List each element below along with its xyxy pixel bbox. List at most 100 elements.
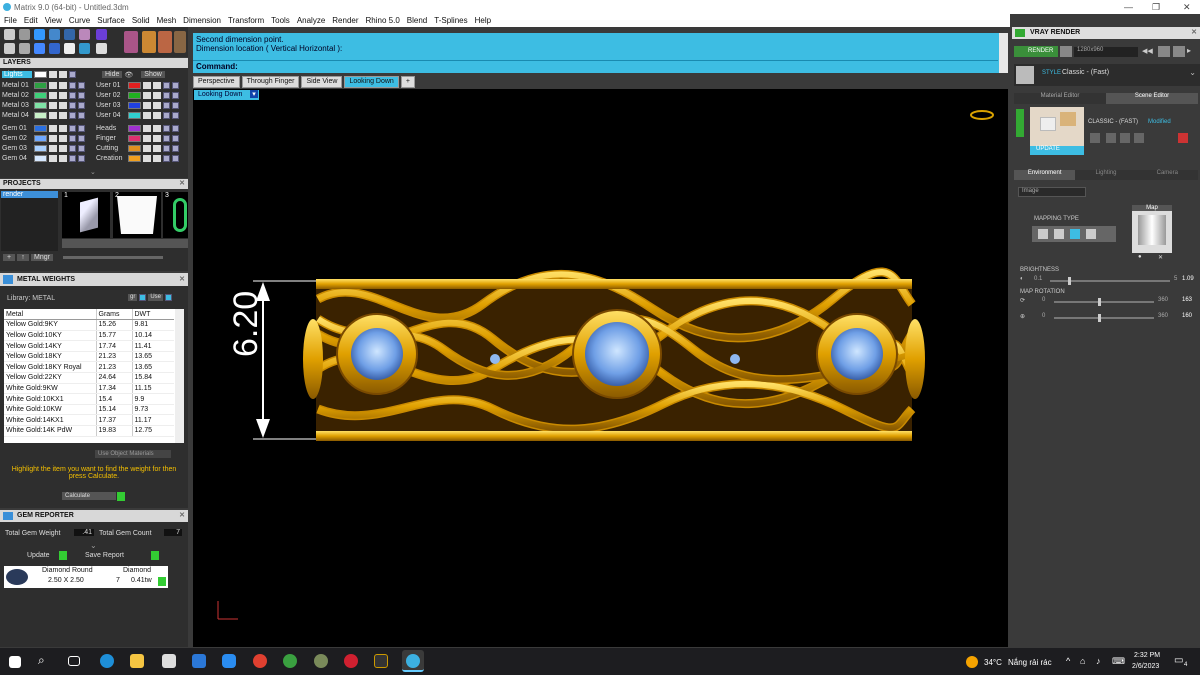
close-icon[interactable]: ✕ — [1183, 2, 1191, 13]
map-sphere-icon[interactable] — [1070, 229, 1080, 239]
layer-icon[interactable] — [172, 145, 179, 152]
mngr-button[interactable]: Mngr — [31, 254, 53, 261]
rotation-value-1[interactable]: 163 — [1182, 297, 1192, 303]
gem-row[interactable]: Diamond Round 2.50 X 2.50 Diamond 7 0.41… — [4, 566, 168, 588]
layer-icon[interactable] — [172, 125, 179, 132]
lock-icon[interactable] — [59, 145, 67, 152]
scene-preview[interactable]: UPDATE — [1030, 107, 1084, 155]
command-prompt[interactable]: Command: — [193, 60, 998, 72]
layer-row[interactable]: Metal 04 — [2, 111, 85, 120]
color-swatch[interactable] — [128, 82, 141, 89]
slider-track[interactable] — [1054, 301, 1154, 303]
play-icon[interactable] — [117, 492, 125, 501]
table-row[interactable]: White Gold:9KW 17.34 11.15 — [4, 383, 174, 395]
update-button[interactable]: UPDATE — [1030, 146, 1084, 155]
tab-material-editor[interactable]: Material Editor — [1014, 93, 1106, 104]
slider-thumb[interactable] — [1098, 298, 1101, 306]
layer-icon[interactable] — [78, 112, 85, 119]
volume-icon[interactable]: ♪ — [1096, 656, 1101, 666]
lock-icon[interactable] — [59, 135, 67, 142]
layer-icon[interactable] — [78, 145, 85, 152]
layer-icon[interactable] — [163, 82, 170, 89]
color-swatch[interactable] — [34, 155, 47, 162]
app-icon[interactable] — [344, 654, 358, 668]
layer-icon[interactable] — [69, 135, 76, 142]
mail-icon[interactable] — [192, 654, 206, 668]
layer-icon[interactable] — [163, 135, 170, 142]
lock-icon[interactable] — [153, 112, 161, 119]
file-explorer-icon[interactable] — [130, 654, 144, 668]
lock-icon[interactable] — [59, 125, 67, 132]
hide-button[interactable]: Hide — [102, 71, 123, 78]
color-swatch[interactable] — [128, 102, 141, 109]
lock-icon[interactable] — [153, 102, 161, 109]
layer-row[interactable]: Gem 03 — [2, 144, 85, 153]
layer-icon[interactable] — [163, 102, 170, 109]
tab-lighting[interactable]: Lighting — [1075, 170, 1137, 180]
layer-icon[interactable] — [69, 145, 76, 152]
unit-toggle[interactable] — [139, 294, 147, 301]
reset-icon[interactable] — [1178, 133, 1188, 143]
app-icon[interactable] — [314, 654, 328, 668]
unit-gr[interactable]: gr — [128, 294, 138, 301]
menu-item[interactable]: Rhino 5.0 — [366, 16, 400, 25]
matrix-taskbar-button[interactable] — [402, 650, 424, 672]
brightness-slider[interactable]: ◐ 0.1 5 1.09 — [1020, 276, 1196, 286]
layer-row[interactable]: Creation — [96, 154, 179, 163]
grid-icon[interactable] — [4, 43, 15, 54]
visibility-icon[interactable] — [49, 135, 57, 142]
windows-start-icon[interactable] — [9, 656, 21, 668]
up-button[interactable]: ↑ — [17, 254, 29, 261]
use-object-materials-field[interactable]: Use Object Materials — [95, 450, 171, 458]
layer-row[interactable]: Metal 01 — [2, 81, 85, 90]
project-item[interactable]: render — [1, 191, 58, 198]
layer-icon[interactable] — [163, 112, 170, 119]
save-go-icon[interactable] — [151, 551, 159, 560]
layer-row[interactable]: Metal 02 — [2, 91, 85, 100]
add-button[interactable]: + — [3, 254, 15, 261]
tool-icon[interactable] — [49, 43, 60, 54]
menu-item[interactable]: File — [4, 16, 17, 25]
map-thumbnail[interactable]: Map — [1132, 205, 1172, 253]
tool-icon[interactable] — [174, 31, 186, 53]
tool-icon[interactable] — [96, 43, 107, 54]
lock-icon[interactable] — [153, 135, 161, 142]
lock-icon[interactable] — [59, 155, 67, 162]
resolution-field[interactable]: 1280x960 — [1074, 47, 1138, 57]
menu-item[interactable]: Blend — [407, 16, 427, 25]
slider-thumb[interactable] — [1098, 314, 1101, 322]
table-row[interactable]: White Gold:14K PdW 19.83 12.75 — [4, 425, 174, 437]
task-view-icon[interactable] — [68, 656, 80, 666]
table-row[interactable]: Yellow Gold:18KY 21.23 13.65 — [4, 351, 174, 363]
menu-item[interactable]: Tools — [271, 16, 290, 25]
menu-item[interactable]: View — [45, 16, 62, 25]
dimension-label[interactable]: 6.20 — [227, 291, 266, 357]
lock-icon[interactable] — [153, 145, 161, 152]
store-icon[interactable] — [162, 654, 176, 668]
gem-go-icon[interactable] — [158, 577, 166, 586]
layer-icon[interactable] — [69, 82, 76, 89]
layer-icon[interactable] — [172, 102, 179, 109]
layer-row[interactable]: Gem 01 — [2, 124, 85, 133]
lock-icon[interactable] — [59, 82, 67, 89]
sphere-icon[interactable] — [34, 43, 45, 54]
close-icon[interactable]: ✕ — [179, 273, 185, 286]
rotation-value-2[interactable]: 160 — [1182, 313, 1192, 319]
add-view-tab-button[interactable]: + — [400, 76, 415, 88]
color-swatch[interactable] — [34, 145, 47, 152]
layer-icon[interactable] — [78, 82, 85, 89]
visibility-icon[interactable] — [143, 92, 151, 99]
chrome-icon[interactable] — [283, 654, 297, 668]
restore-icon[interactable]: ❐ — [1152, 2, 1160, 13]
tool-icon[interactable] — [96, 29, 107, 40]
tool-icon[interactable] — [1134, 133, 1144, 143]
layer-icon[interactable] — [69, 112, 76, 119]
layer-icon[interactable] — [69, 155, 76, 162]
layer-icon[interactable] — [69, 102, 76, 109]
layer-icon[interactable] — [78, 102, 85, 109]
project-thumb-3[interactable]: 3 — [163, 192, 188, 238]
visibility-icon[interactable] — [143, 145, 151, 152]
color-swatch[interactable] — [128, 145, 141, 152]
calculate-button[interactable]: Calculate — [62, 492, 116, 500]
close-icon[interactable]: ✕ — [179, 179, 185, 189]
